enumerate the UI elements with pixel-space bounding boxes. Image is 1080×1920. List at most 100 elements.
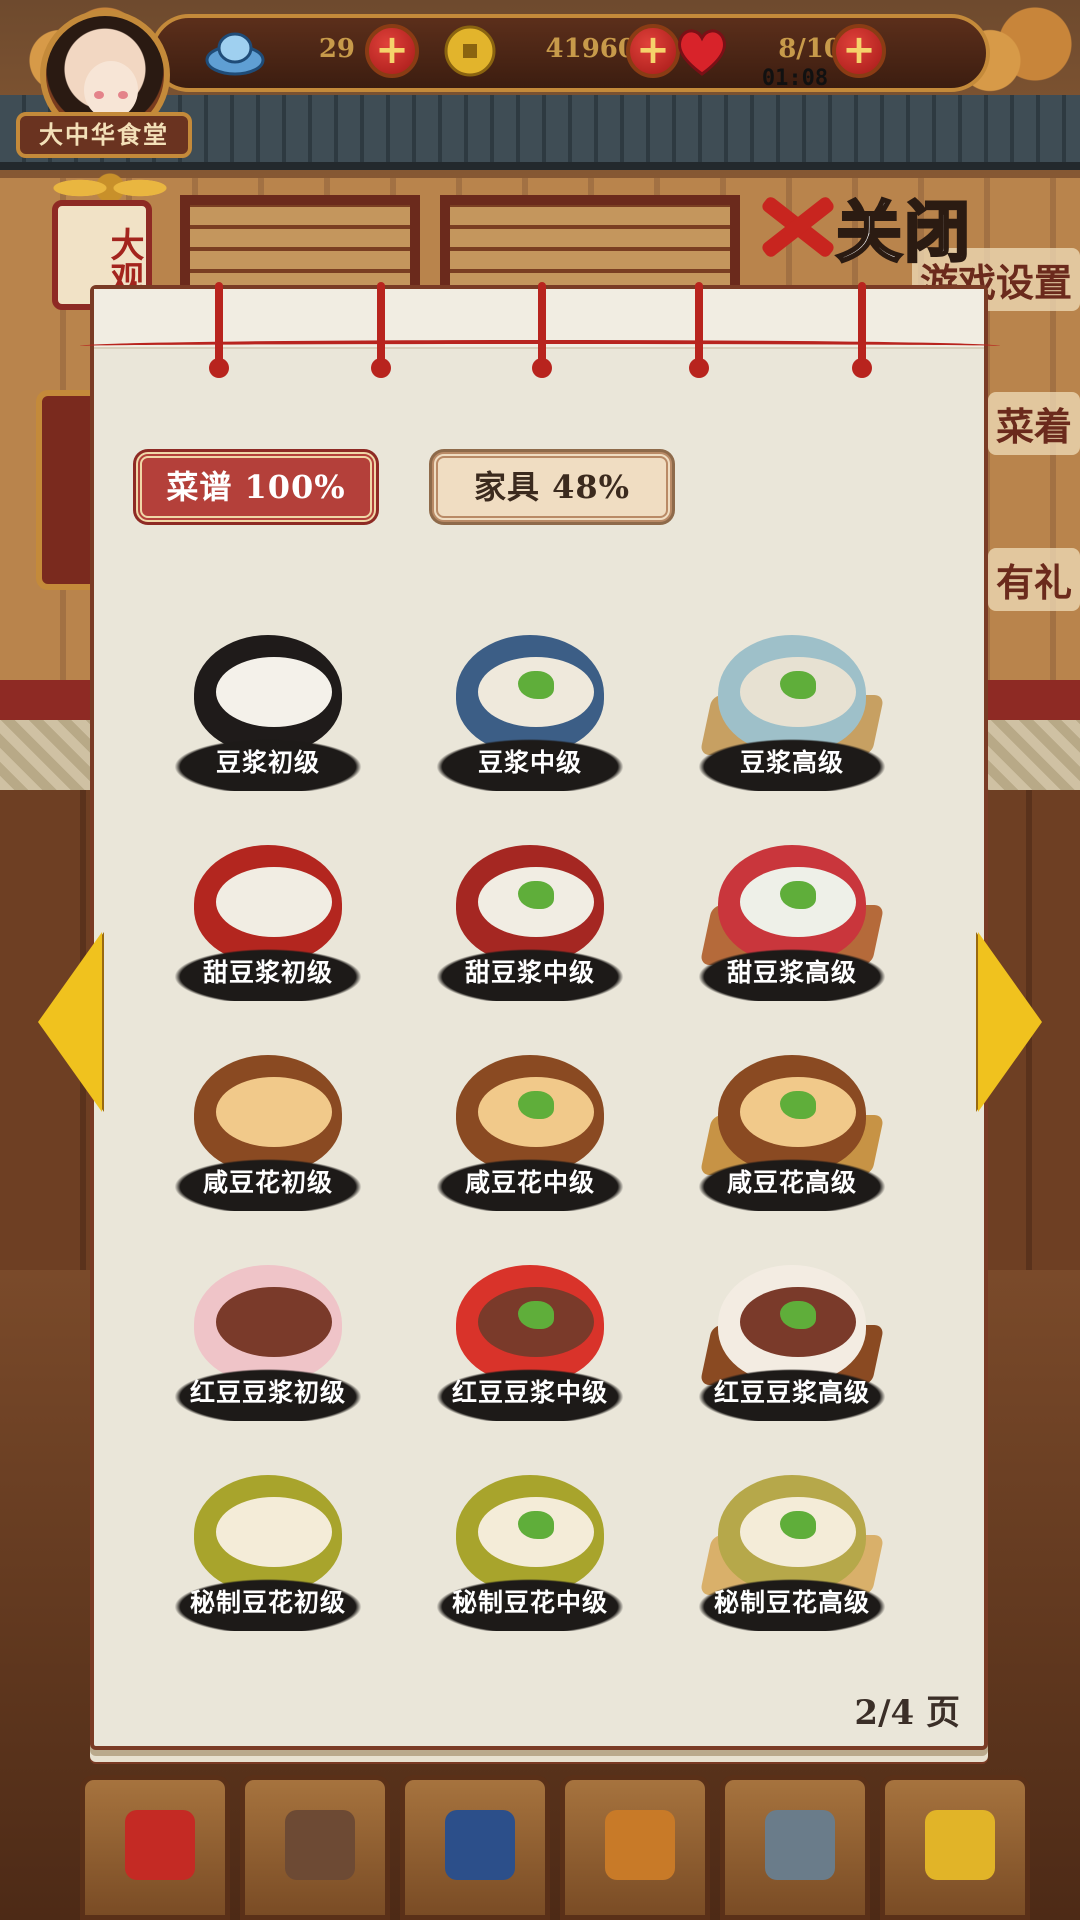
dish-bowl (718, 845, 866, 963)
recipe-name: 咸豆花初级 (202, 1168, 333, 1197)
recipe-item[interactable]: 豆浆高级 (692, 625, 892, 805)
dish-contents (216, 657, 332, 727)
recipe-item[interactable]: 咸豆花初级 (168, 1045, 368, 1225)
dish-garnish (780, 881, 816, 909)
recipe-item[interactable]: 红豆豆浆中级 (430, 1255, 630, 1435)
gift-hint[interactable]: 有礼 (987, 548, 1080, 611)
recipe-name: 甜豆浆中级 (464, 958, 595, 987)
page-indicator: 2/4 页 (854, 1693, 960, 1733)
recipe-item[interactable]: 甜豆浆中级 (430, 835, 630, 1015)
avatar-face (84, 61, 138, 119)
nav-storage-button[interactable] (80, 1775, 230, 1920)
tab-furniture[interactable]: 家具 48% (432, 452, 672, 522)
binding-ring (371, 282, 391, 378)
dish-bowl (194, 845, 342, 963)
recipe-item[interactable]: 咸豆花中级 (430, 1045, 630, 1225)
recipe-name: 红豆豆浆高级 (713, 1378, 870, 1407)
recipe-name: 咸豆花中级 (464, 1168, 595, 1197)
frying-wok-icon (925, 1810, 995, 1880)
hammer-icon (285, 1810, 355, 1880)
dish-garnish (780, 1091, 816, 1119)
dish-garnish (518, 1301, 554, 1329)
tab-recipes[interactable]: 菜谱 100% (136, 452, 376, 522)
dish-garnish (780, 1511, 816, 1539)
dish-garnish (518, 1091, 554, 1119)
dish-bowl (456, 1475, 604, 1593)
dish-garnish (780, 671, 816, 699)
dish-bowl (718, 635, 866, 753)
restaurant-name[interactable]: 大中华食堂 (16, 112, 192, 158)
recipe-item[interactable]: 咸豆花高级 (692, 1045, 892, 1225)
recipe-item[interactable]: 秘制豆花高级 (692, 1465, 892, 1645)
recipe-item[interactable]: 豆浆中级 (430, 625, 630, 805)
close-label: 关闭 (835, 192, 972, 273)
dish-bowl (456, 1055, 604, 1173)
dish-bowl (456, 1265, 604, 1383)
chef-character-icon (765, 1810, 835, 1880)
dish-contents (216, 1497, 332, 1567)
add-ingot-button[interactable]: + (365, 24, 419, 78)
recipe-name: 秘制豆花初级 (189, 1588, 346, 1617)
nav-build-button[interactable] (240, 1775, 390, 1920)
dish-garnish (780, 1301, 816, 1329)
recipe-name: 甜豆浆高级 (726, 958, 857, 987)
nav-kitchen-button[interactable] (560, 1775, 710, 1920)
recipe-name: 甜豆浆初级 (202, 958, 333, 987)
stamina-timer: 01:08 (761, 66, 829, 91)
recipe-name: 咸豆花高级 (726, 1168, 857, 1197)
recipe-book-icon (445, 1810, 515, 1880)
dish-contents (216, 1077, 332, 1147)
recipe-item[interactable]: 红豆豆浆高级 (692, 1255, 892, 1435)
silver-ingot-icon (205, 32, 265, 76)
next-page-arrow-icon[interactable] (978, 932, 1042, 1112)
recipe-name: 秘制豆花高级 (713, 1588, 870, 1617)
ingot-count: 29 (318, 34, 355, 64)
stamina-count: 8/10 (778, 34, 842, 64)
bottom-nav (0, 1755, 1080, 1920)
dish-bowl (194, 1055, 342, 1173)
dish-bowl (194, 1475, 342, 1593)
nav-recipe-book-button[interactable] (400, 1775, 550, 1920)
nav-cooking-button[interactable] (880, 1775, 1030, 1920)
cooking-pot-icon (605, 1810, 675, 1880)
recipe-name: 秘制豆花中级 (451, 1588, 608, 1617)
dish-garnish (518, 1511, 554, 1539)
gold-coin-icon (444, 25, 496, 77)
dish-bowl (718, 1055, 866, 1173)
dish-contents (216, 1287, 332, 1357)
binding-ring (532, 282, 552, 378)
recipe-name: 豆浆初级 (215, 748, 320, 777)
dish-bowl (456, 845, 604, 963)
treasure-box-icon (125, 1810, 195, 1880)
dish-contents (216, 867, 332, 937)
dish-garnish (518, 671, 554, 699)
recipe-item[interactable]: 秘制豆花中级 (430, 1465, 630, 1645)
binding-ring (852, 282, 872, 378)
background-hint: 菜着 (987, 392, 1080, 455)
ingot-resource: 29 + (205, 22, 419, 80)
recipe-name: 红豆豆浆初级 (189, 1378, 346, 1407)
recipe-item[interactable]: 豆浆初级 (168, 625, 368, 805)
recipe-item[interactable]: 秘制豆花初级 (168, 1465, 368, 1645)
coin-count: 41960 (545, 34, 636, 64)
recipe-item[interactable]: 甜豆浆高级 (692, 835, 892, 1015)
binding-ring (689, 282, 709, 378)
dish-bowl (194, 1265, 342, 1383)
heart-icon (678, 29, 726, 76)
close-button[interactable]: 关闭 (750, 175, 990, 275)
dish-garnish (518, 881, 554, 909)
dish-bowl (456, 635, 604, 753)
previous-page-arrow-icon[interactable] (38, 932, 102, 1112)
recipe-name: 红豆豆浆中级 (451, 1378, 608, 1407)
close-icon (750, 185, 842, 265)
dish-bowl (718, 1475, 866, 1593)
recipe-item[interactable]: 红豆豆浆初级 (168, 1255, 368, 1435)
coin-resource: 41960 + (440, 22, 680, 80)
recipe-name: 豆浆中级 (477, 748, 582, 777)
dish-bowl (718, 1265, 866, 1383)
binding-ring (209, 282, 229, 378)
recipe-item[interactable]: 甜豆浆初级 (168, 835, 368, 1015)
nav-staff-button[interactable] (720, 1775, 870, 1920)
dish-bowl (194, 635, 342, 753)
recipe-name: 豆浆高级 (739, 748, 844, 777)
